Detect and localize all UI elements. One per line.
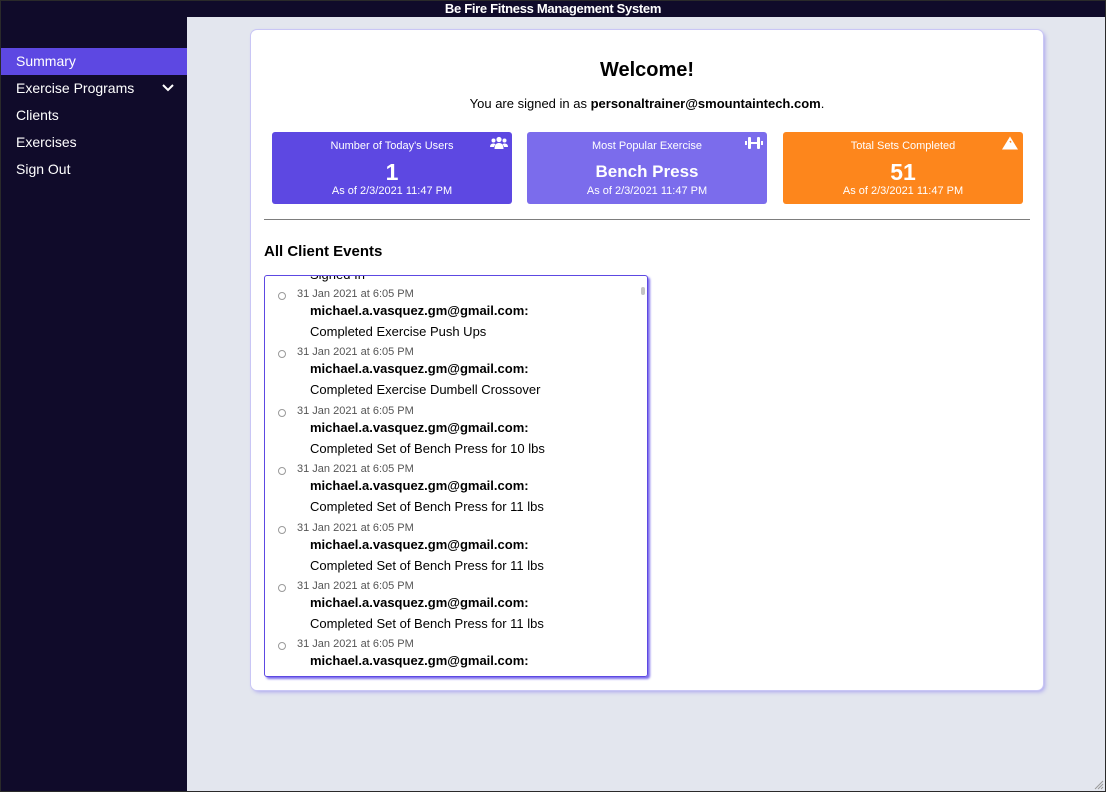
timeline-dot-icon xyxy=(278,467,286,476)
event-item: 31 Jan 2021 at 6:05 PM michael.a.vasquez.… xyxy=(265,520,647,578)
client-events-list[interactable]: Signed In 31 Jan 2021 at 6:05 PM michael.… xyxy=(264,275,648,677)
timeline-dot-icon xyxy=(278,642,286,651)
event-time: 31 Jan 2021 at 6:05 PM xyxy=(297,638,414,651)
sidebar-item-label: Exercise Programs xyxy=(16,80,135,96)
sidebar-item-exercises[interactable]: Exercises xyxy=(1,129,187,156)
event-user: michael.a.vasquez.gm@gmail.com: xyxy=(310,536,529,552)
event-user: michael.a.vasquez.gm@gmail.com: xyxy=(310,653,529,669)
sidebar-item-label: Exercises xyxy=(16,134,77,150)
stat-total-sets-completed: Total Sets Completed 51 As of 2/3/2021 1… xyxy=(783,132,1023,204)
event-action: Completed Set of Bench Press for 10 lbs xyxy=(310,440,545,456)
event-list: 31 Jan 2021 at 6:05 PM michael.a.vasquez.… xyxy=(265,286,647,676)
event-action: Completed Set of Bench Press for 11 lbs xyxy=(310,499,544,515)
sidebar-item-label: Sign Out xyxy=(16,161,71,177)
event-user: michael.a.vasquez.gm@gmail.com: xyxy=(310,594,529,610)
stat-title: Total Sets Completed xyxy=(850,140,956,152)
event-item: 31 Jan 2021 at 6:05 PM michael.a.vasquez.… xyxy=(265,636,647,676)
events-heading: All Client Events xyxy=(264,243,383,260)
page-title: Welcome! xyxy=(599,59,695,81)
sidebar-item-clients[interactable]: Clients xyxy=(1,102,187,129)
dumbbell-icon xyxy=(745,137,763,149)
app-window: Be Fire Fitness Management System Summar… xyxy=(1,1,1105,791)
event-time: 31 Jan 2021 at 6:05 PM xyxy=(297,404,414,417)
sidebar-item-summary[interactable]: Summary xyxy=(1,48,187,75)
stat-most-popular-exercise: Most Popular Exercise Bench Press As of … xyxy=(527,132,767,204)
event-item: 31 Jan 2021 at 6:05 PM michael.a.vasquez.… xyxy=(265,461,647,519)
event-time: 31 Jan 2021 at 6:05 PM xyxy=(297,288,414,300)
sidebar-item-exercise-programs[interactable]: Exercise Programs xyxy=(1,75,187,102)
sidebar-item-label: Clients xyxy=(16,107,59,123)
event-user: michael.a.vasquez.gm@gmail.com: xyxy=(310,361,529,377)
event-time: 31 Jan 2021 at 6:05 PM xyxy=(297,521,414,534)
event-time: 31 Jan 2021 at 6:05 PM xyxy=(297,579,414,592)
event-action: Completed Exercise Dumbell Crossover xyxy=(310,382,541,398)
users-icon xyxy=(490,136,508,149)
stat-date: As of 2/3/2021 11:47 PM xyxy=(586,185,708,197)
timeline-dot-icon xyxy=(278,525,286,534)
event-user: michael.a.vasquez.gm@gmail.com: xyxy=(310,419,529,435)
event-item: 31 Jan 2021 at 6:05 PM michael.a.vasquez.… xyxy=(265,578,647,636)
resize-grip-icon[interactable] xyxy=(1092,778,1104,790)
sidebar-nav: Summary Exercise Programs Clients Exerci… xyxy=(1,48,187,183)
timeline-dot-icon xyxy=(278,350,286,359)
chevron-down-icon[interactable] xyxy=(161,75,175,102)
stat-title: Most Popular Exercise xyxy=(591,140,703,152)
sidebar: Summary Exercise Programs Clients Exerci… xyxy=(1,17,187,791)
event-item: 31 Jan 2021 at 6:05 PM michael.a.vasquez.… xyxy=(265,403,647,461)
stat-date: As of 2/3/2021 11:47 PM xyxy=(842,185,964,197)
summary-card: Welcome! You are signed in as personaltr… xyxy=(251,30,1043,690)
event-user: michael.a.vasquez.gm@gmail.com: xyxy=(310,303,529,318)
sidebar-item-sign-out[interactable]: Sign Out xyxy=(1,156,187,183)
scrollbar-thumb[interactable] xyxy=(641,287,645,295)
window-title: Be Fire Fitness Management System xyxy=(1,1,1105,17)
sidebar-item-label: Summary xyxy=(16,53,76,69)
event-user: michael.a.vasquez.gm@gmail.com: xyxy=(310,478,529,494)
signed-in-email: personaltrainer@smountaintech.com xyxy=(590,96,821,111)
event-action: Completed Set of Bench Press for 11 lbs xyxy=(310,615,544,631)
event-action: Completed Set of Bench Press for 11 lbs xyxy=(310,557,544,573)
timeline-dot-icon xyxy=(278,583,286,592)
event-action: Signed In xyxy=(265,276,647,286)
stat-value: Bench Press xyxy=(595,162,699,181)
event-time: 31 Jan 2021 at 6:05 PM xyxy=(297,463,414,476)
event-item: 31 Jan 2021 at 6:05 PM michael.a.vasquez.… xyxy=(265,286,647,344)
timeline-dot-icon xyxy=(278,292,286,300)
signed-in-suffix: . xyxy=(820,96,825,111)
signed-in-prefix: You are signed in as xyxy=(469,96,591,111)
warning-icon xyxy=(1002,136,1018,150)
stat-title: Number of Today's Users xyxy=(330,140,454,152)
stat-value: 51 xyxy=(890,159,916,185)
events-scroll-content: Signed In 31 Jan 2021 at 6:05 PM michael.… xyxy=(265,276,647,676)
event-action: Completed Exercise Push Ups xyxy=(310,324,487,339)
stat-value: 1 xyxy=(385,159,399,185)
stat-date: As of 2/3/2021 11:47 PM xyxy=(331,185,453,197)
event-item: 31 Jan 2021 at 6:05 PM michael.a.vasquez.… xyxy=(265,344,647,402)
signed-in-text: You are signed in as personaltrainer@smo… xyxy=(251,96,1043,111)
event-time: 31 Jan 2021 at 6:05 PM xyxy=(297,346,414,359)
divider xyxy=(264,219,1030,220)
timeline-dot-icon xyxy=(278,408,286,417)
stat-todays-users: Number of Today's Users 1 As of 2/3/2021… xyxy=(272,132,512,204)
